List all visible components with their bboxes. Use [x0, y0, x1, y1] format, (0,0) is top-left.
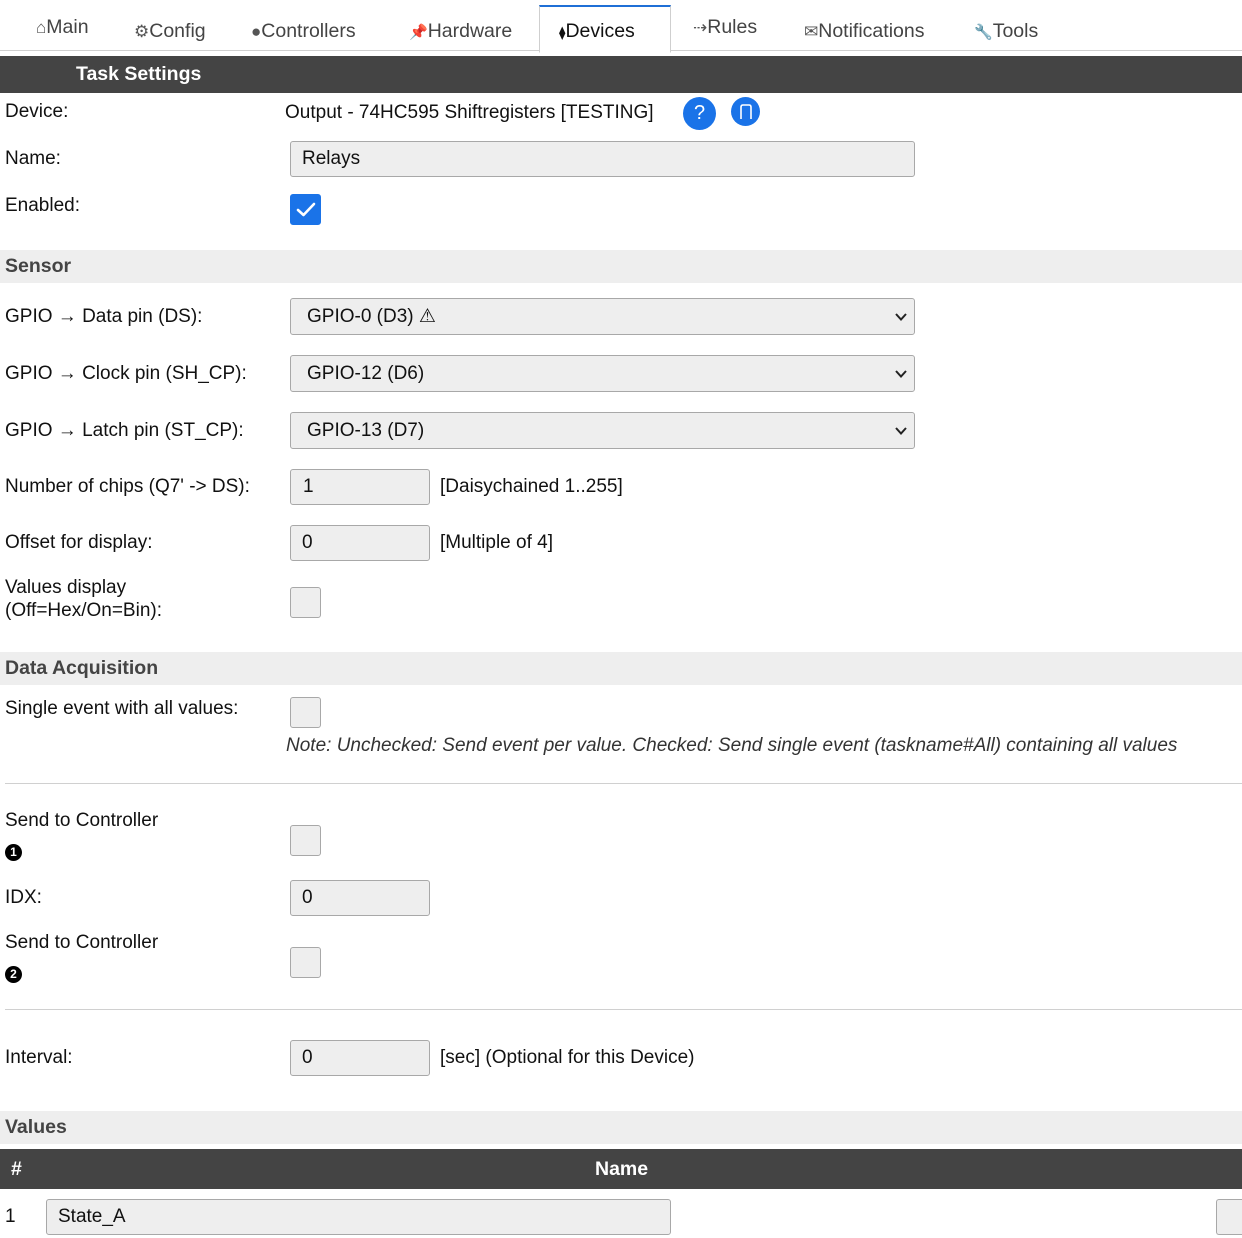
number-one-icon: 1 — [5, 844, 22, 861]
select-value: GPIO-0 (D3) ⚠ — [307, 306, 436, 327]
tab-label: Config — [149, 20, 206, 42]
data-pin-label: GPIO → Data pin (DS): — [5, 306, 203, 327]
values-table-header: # Name — [0, 1149, 1242, 1189]
number-two-icon: 2 — [5, 966, 22, 983]
values-display-checkbox[interactable] — [290, 587, 321, 618]
select-value: GPIO-13 (D7) — [307, 420, 425, 441]
controller1-checkbox[interactable] — [290, 825, 321, 856]
divider — [5, 1009, 1242, 1010]
tab-rules[interactable]: ⇢Rules — [693, 14, 757, 48]
select-value: GPIO-12 (D6) — [307, 363, 425, 384]
data-pin-select[interactable]: GPIO-0 (D3) ⚠ — [290, 298, 915, 335]
interval-input[interactable]: 0 — [290, 1040, 430, 1076]
controller1-label: Send to Controller — [5, 810, 159, 831]
name-input[interactable]: Relays — [290, 141, 915, 177]
section-title: Values — [5, 1116, 67, 1138]
envelope-icon: ✉ — [804, 22, 819, 41]
value-formula-input[interactable] — [1216, 1199, 1242, 1235]
value-name-input[interactable]: State_A — [46, 1199, 671, 1235]
latch-pin-select[interactable]: GPIO-13 (D7) — [290, 412, 915, 449]
values-display-label-2: (Off=Hex/On=Bin): — [5, 600, 162, 621]
tab-label: Hardware — [427, 20, 513, 42]
tab-label: Rules — [707, 16, 758, 38]
chevron-down-icon — [895, 427, 907, 435]
arrow-right-icon: ⇢ — [693, 18, 708, 37]
interval-label: Interval: — [5, 1047, 73, 1068]
speech-bubble-icon: ● — [251, 22, 262, 41]
nav-tabs: ⌂Main ⚙Config ●Controllers 📌Hardware ⧫De… — [0, 0, 1242, 53]
offset-hint: [Multiple of 4] — [440, 532, 553, 553]
question-icon: ? — [693, 102, 706, 124]
tab-hardware[interactable]: 📌Hardware — [409, 18, 512, 52]
tab-label: Devices — [565, 20, 635, 42]
gear-icon: ⚙ — [134, 22, 150, 41]
controller2-label: Send to Controller — [5, 932, 159, 953]
document-icon — [740, 104, 752, 119]
task-settings-title: Task Settings — [76, 63, 202, 85]
chevron-down-icon — [895, 313, 907, 321]
offset-input[interactable]: 0 — [290, 525, 430, 561]
wrench-icon: 🔧 — [974, 24, 993, 41]
tab-devices[interactable]: ⧫Devices — [539, 5, 671, 53]
idx-input[interactable]: 0 — [290, 880, 430, 916]
controller2-checkbox[interactable] — [290, 947, 321, 978]
offset-label: Offset for display: — [5, 532, 153, 553]
values-display-label: Values display — [5, 577, 127, 598]
pin-icon: 📌 — [409, 24, 428, 41]
enabled-checkbox[interactable] — [290, 194, 321, 225]
data-acquisition-section-header: Data Acquisition — [0, 652, 1242, 685]
tab-config[interactable]: ⚙Config — [134, 18, 206, 52]
tab-notifications[interactable]: ✉Notifications — [804, 18, 924, 52]
sensor-section-header: Sensor — [0, 250, 1242, 283]
task-settings-header: Task Settings — [0, 56, 1242, 93]
name-label: Name: — [5, 148, 61, 169]
controller2-number: 2 — [5, 961, 22, 984]
values-section-header: Values — [0, 1111, 1242, 1144]
clock-pin-select[interactable]: GPIO-12 (D6) — [290, 355, 915, 392]
enabled-label: Enabled: — [5, 195, 81, 216]
latch-pin-label: GPIO → Latch pin (ST_CP): — [5, 420, 244, 441]
table-row: 1 State_A — [0, 1192, 1242, 1238]
controller1-number: 1 — [5, 839, 22, 862]
column-header-name: Name — [595, 1158, 649, 1180]
checkmark-icon — [296, 202, 316, 217]
chips-hint: [Daisychained 1..255] — [440, 476, 623, 497]
device-label: Device: — [5, 101, 69, 122]
column-header-number: # — [11, 1158, 22, 1180]
section-title: Data Acquisition — [5, 657, 159, 679]
tab-main[interactable]: ⌂Main — [36, 14, 89, 48]
chips-input[interactable]: 1 — [290, 469, 430, 505]
chevron-down-icon — [895, 370, 907, 378]
interval-hint: [sec] (Optional for this Device) — [440, 1047, 695, 1068]
divider — [5, 783, 1242, 784]
single-event-label: Single event with all values: — [5, 698, 239, 719]
tab-label: Controllers — [261, 20, 356, 42]
home-icon: ⌂ — [36, 18, 47, 37]
tab-label: Main — [46, 16, 89, 38]
single-event-checkbox[interactable] — [290, 697, 321, 728]
section-title: Sensor — [5, 255, 72, 277]
tab-controllers[interactable]: ●Controllers — [251, 18, 356, 52]
help-button[interactable]: ? — [683, 97, 716, 130]
tab-label: Tools — [992, 20, 1039, 42]
tab-label: Notifications — [818, 20, 925, 42]
chips-label: Number of chips (Q7' -> DS): — [5, 476, 250, 497]
docs-button[interactable] — [731, 97, 760, 126]
device-value: Output - 74HC595 Shiftregisters [TESTING… — [285, 102, 654, 123]
single-event-note: Note: Unchecked: Send event per value. C… — [286, 735, 1178, 756]
clock-pin-label: GPIO → Clock pin (SH_CP): — [5, 363, 247, 384]
row-number: 1 — [5, 1206, 16, 1227]
tab-tools[interactable]: 🔧Tools — [974, 18, 1038, 52]
idx-label: IDX: — [5, 887, 42, 908]
